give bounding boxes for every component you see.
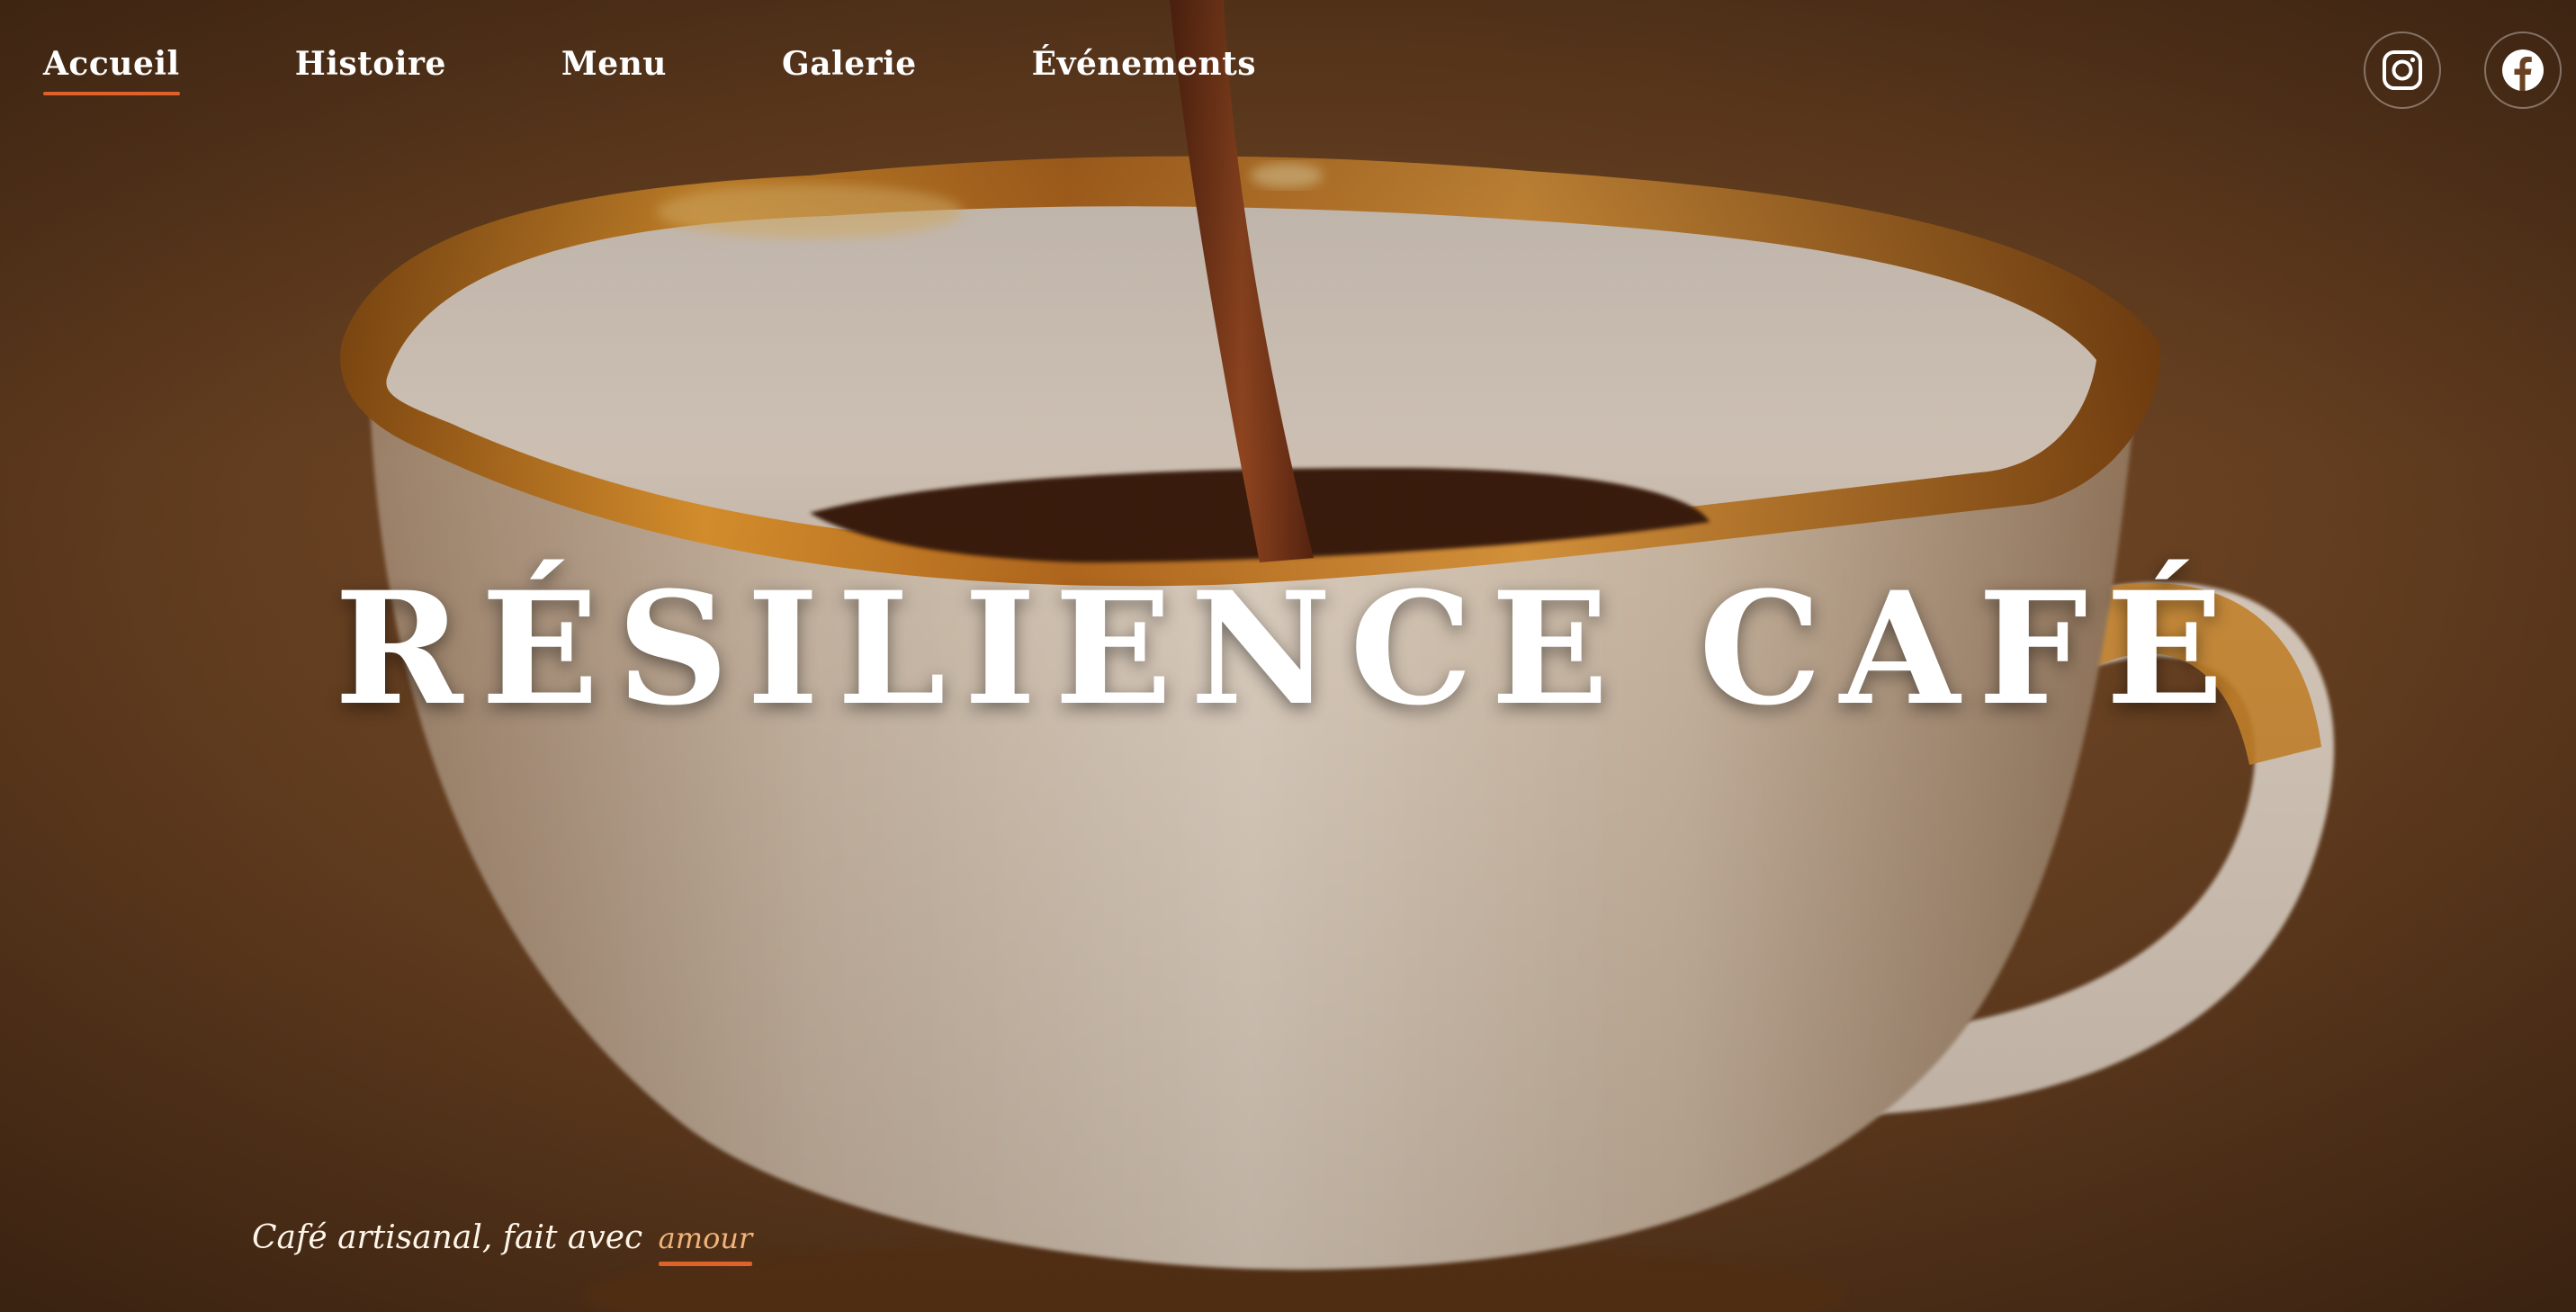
facebook-icon — [2502, 49, 2544, 91]
main-nav: Accueil Histoire Menu Galerie Événements — [43, 45, 1256, 95]
nav-item-evenements[interactable]: Événements — [1032, 45, 1256, 95]
nav-item-histoire[interactable]: Histoire — [295, 45, 446, 95]
facebook-button[interactable] — [2484, 31, 2562, 109]
page-title: RÉSILIENCE CAFÉ — [334, 557, 2242, 740]
nav-item-galerie[interactable]: Galerie — [782, 45, 917, 95]
nav-item-accueil[interactable]: Accueil — [43, 45, 180, 95]
nav-item-menu[interactable]: Menu — [561, 45, 667, 95]
hero-tagline: Café artisanal, fait avec amour — [252, 1219, 752, 1266]
tagline-accent: amour — [658, 1221, 752, 1266]
tagline-text: Café artisanal, fait avec — [252, 1219, 643, 1256]
hero-section: Accueil Histoire Menu Galerie Événements… — [0, 0, 2576, 1312]
instagram-button[interactable] — [2364, 31, 2441, 109]
instagram-icon — [2383, 50, 2422, 90]
social-links — [2364, 31, 2562, 109]
